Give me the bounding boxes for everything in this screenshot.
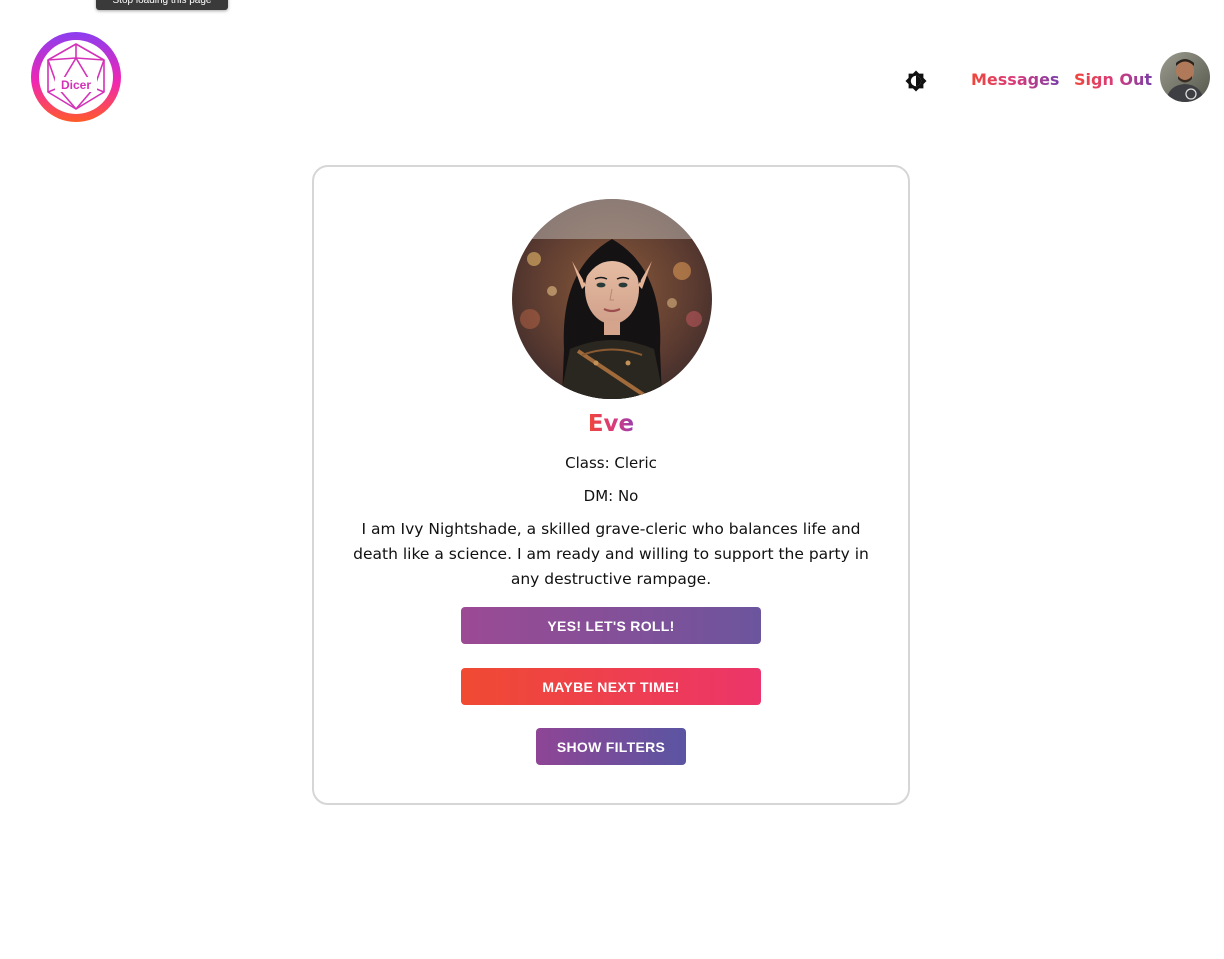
theme-toggle-button[interactable] (903, 68, 929, 94)
profile-photo (512, 199, 712, 399)
profile-class: Class: Cleric (565, 454, 657, 472)
nav-signout-link[interactable]: Sign Out (1074, 69, 1152, 91)
profile-name: Eve (314, 409, 908, 439)
profile-name-text: Eve (587, 411, 635, 437)
brightness-icon (905, 70, 927, 92)
profile-card: Eve Class: Cleric DM: No I am Ivy Nights… (312, 165, 910, 805)
show-filters-button[interactable]: SHOW FILTERS (536, 728, 686, 765)
profile-bio: I am Ivy Nightshade, a skilled grave-cle… (353, 520, 869, 588)
nav-messages-link[interactable]: Messages (971, 69, 1059, 91)
site-header: Dicer Messages Sign Out (0, 0, 1224, 150)
maybe-next-time-button[interactable]: MAYBE NEXT TIME! (461, 668, 761, 705)
dicer-logo[interactable]: Dicer (31, 32, 121, 122)
yes-lets-roll-button[interactable]: YES! LET'S ROLL! (461, 607, 761, 644)
logo-text: Dicer (61, 78, 91, 92)
profile-dm-status: DM: No (583, 487, 639, 505)
user-avatar[interactable] (1160, 52, 1210, 102)
